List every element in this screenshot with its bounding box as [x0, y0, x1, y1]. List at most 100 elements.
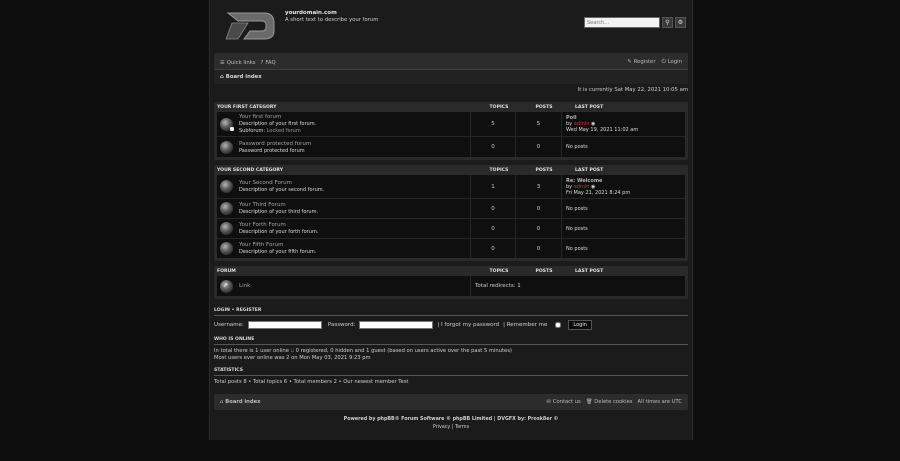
- site-logo[interactable]: [224, 9, 276, 43]
- login-button[interactable]: Login: [568, 320, 592, 330]
- forum-row: Your Second Forum Description of your se…: [217, 175, 685, 199]
- envelope-icon: ✉: [546, 399, 551, 405]
- posts-count: 0: [516, 239, 562, 258]
- page-wrapper: yourdomain.com A short text to describe …: [209, 0, 693, 440]
- current-time: It is currently Sat May 22, 2021 10:05 a…: [577, 87, 688, 93]
- terms-link[interactable]: Terms: [455, 425, 469, 430]
- forum-description: Description of your fifth forum.: [239, 249, 317, 255]
- posts-count: 0: [516, 199, 562, 218]
- last-post-header: LAST POST: [575, 104, 604, 110]
- forum-read-icon: [220, 202, 233, 215]
- forgot-password-link[interactable]: | I forgot my password: [437, 322, 499, 328]
- forum-row: Your first forum Description of your fir…: [217, 112, 685, 137]
- posts-header: POSTS: [535, 104, 553, 110]
- delete-cookies-link[interactable]: 🗑 Delete cookies: [586, 399, 633, 405]
- topics-count: 0: [471, 239, 516, 258]
- quick-links-menu[interactable]: ☰ Quick links: [220, 60, 256, 66]
- online-line-1: In total there is 1 user online :: 0 reg…: [214, 348, 512, 354]
- last-post: Poll by admin ◉ Wed May 19, 2021 11:02 a…: [562, 112, 685, 136]
- forum-title[interactable]: Your Second Forum: [239, 180, 324, 186]
- faq-link[interactable]: ? FAQ: [261, 60, 276, 66]
- register-label: Register: [633, 59, 656, 65]
- posts-header: POSTS: [535, 167, 553, 173]
- login-label: Login: [667, 59, 682, 65]
- forum-title[interactable]: Your Fifth Forum: [239, 242, 316, 248]
- last-post: Re: Welcome by admin ◉ Fri May 21, 2021 …: [562, 175, 685, 198]
- forum-read-icon: [220, 222, 233, 235]
- category-title[interactable]: YOUR SECOND CATEGORY: [214, 168, 477, 173]
- forum-read-icon: [220, 117, 234, 131]
- login-heading-link[interactable]: LOGIN: [214, 308, 230, 313]
- navbar: ☰ Quick links ? FAQ ✎ Register ⏻ Login ⌂ Boar…: [214, 53, 688, 84]
- forum-title[interactable]: Your Forth Forum: [239, 222, 318, 228]
- password-label: Password:: [327, 322, 356, 328]
- topics-header: TOPICS: [489, 268, 509, 274]
- posts-count: 5: [516, 112, 562, 136]
- forum-description: Password protected forum: [239, 147, 305, 154]
- advanced-search-button[interactable]: ⚙: [675, 17, 686, 28]
- posts-count: 0: [516, 137, 562, 157]
- privacy-link[interactable]: Privacy: [433, 425, 450, 430]
- forum-description: Description of your first forum.: [239, 121, 317, 127]
- topics-count: 0: [471, 199, 516, 218]
- forum-description: Description of your second forum.: [239, 187, 325, 193]
- topics-count: 0: [471, 219, 516, 238]
- board-index-label: Board index: [225, 74, 262, 80]
- subforum-link[interactable]: Locked forum: [267, 128, 301, 134]
- last-post-header: LAST POST: [575, 167, 604, 173]
- home-icon: ⌂: [220, 399, 224, 405]
- breadcrumb[interactable]: ⌂ Board index: [214, 69, 688, 84]
- quick-links-label: Quick links: [226, 59, 256, 66]
- category-header: FORUM TOPICS POSTS LAST POST: [214, 266, 688, 276]
- forum-description: Description of your third forum.: [239, 209, 319, 215]
- search-input[interactable]: [584, 17, 660, 28]
- category-title: FORUM: [217, 268, 236, 274]
- username-field[interactable]: [247, 321, 322, 329]
- stats-heading: STATISTICS: [214, 368, 688, 376]
- remember-me-checkbox[interactable]: [555, 322, 562, 328]
- last-post: No posts: [566, 205, 588, 212]
- heading-separator: •: [231, 308, 235, 313]
- posts-header: POSTS: [535, 268, 553, 274]
- who-is-online: WHO IS ONLINE In total there is 1 user o…: [214, 337, 688, 362]
- forum-title[interactable]: Your Third Forum: [239, 202, 318, 208]
- forum-read-icon: [220, 180, 233, 193]
- topics-header: TOPICS: [489, 104, 509, 110]
- username-label: Username:: [214, 322, 244, 328]
- search-button[interactable]: ⚲: [662, 17, 673, 28]
- last-post-date: Wed May 19, 2021 11:02 am: [566, 127, 639, 133]
- site-name[interactable]: yourdomain.com: [285, 10, 337, 16]
- site-description: A short text to describe your forum: [285, 17, 379, 23]
- statistics: STATISTICS Total posts 8 • Total topics …: [214, 368, 688, 386]
- category-title[interactable]: YOUR FIRST CATEGORY: [214, 105, 477, 110]
- forum-title[interactable]: Your first forum: [239, 114, 316, 120]
- last-post: No posts: [566, 225, 588, 232]
- topics-header: TOPICS: [489, 167, 509, 173]
- footer-board-index[interactable]: ⌂ Board index: [220, 399, 260, 405]
- last-post-date: Fri May 21, 2021 8:24 pm: [566, 189, 631, 196]
- forum-row: Link Total redirects: 1: [217, 276, 685, 296]
- category-second: YOUR SECOND CATEGORY TOPICS POSTS LAST P…: [214, 165, 688, 261]
- register-link[interactable]: ✎ Register: [627, 59, 655, 66]
- category-first: YOUR FIRST CATEGORY TOPICS POSTS LAST PO…: [214, 102, 688, 160]
- forum-row: Password protected forum Password protec…: [217, 137, 685, 157]
- password-field[interactable]: [359, 321, 434, 329]
- login-link[interactable]: ⏻ Login: [662, 59, 683, 66]
- online-line-2: Most users ever online was 2 on Mon May …: [214, 355, 371, 361]
- posts-count: 0: [516, 219, 562, 238]
- register-heading-link[interactable]: REGISTER: [236, 308, 261, 313]
- remember-me-label: | Remember me: [503, 322, 548, 328]
- link-forum-icon: [220, 279, 233, 293]
- category-forum: FORUM TOPICS POSTS LAST POST Link Total …: [214, 266, 688, 299]
- power-icon: ⏻: [661, 59, 666, 65]
- category-header: YOUR FIRST CATEGORY TOPICS POSTS LAST PO…: [214, 102, 688, 112]
- login-heading: LOGIN • REGISTER: [214, 308, 688, 316]
- forum-read-icon: [220, 140, 233, 154]
- forum-title[interactable]: Password protected forum: [239, 141, 311, 147]
- delete-cookies-label: Delete cookies: [594, 399, 633, 405]
- menu-icon: ☰: [220, 59, 225, 66]
- forum-title[interactable]: Link: [239, 283, 250, 289]
- redirect-count: Total redirects: 1: [475, 283, 521, 289]
- topics-count: 1: [471, 175, 516, 198]
- contact-link[interactable]: ✉ Contact us: [547, 399, 581, 405]
